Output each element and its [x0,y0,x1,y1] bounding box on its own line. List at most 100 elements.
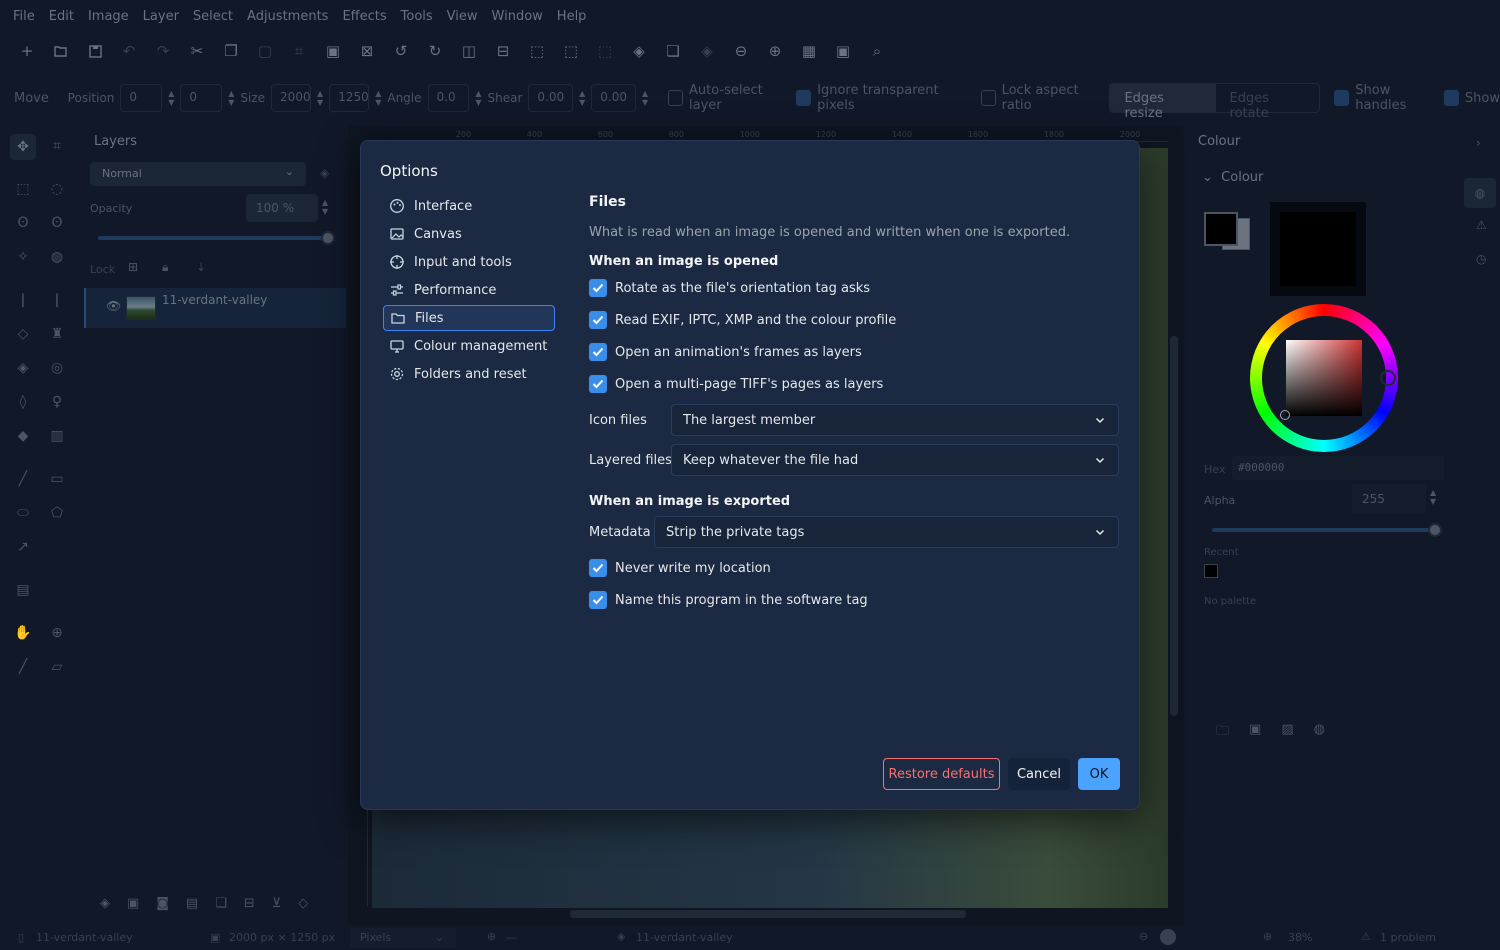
save-palette-icon[interactable]: ▣ [1249,722,1261,744]
lock-move-icon[interactable]: ↓ [196,260,206,274]
warning-tab-icon[interactable]: ⚠ [1476,218,1487,232]
crop-tool-icon[interactable]: ⌗ [45,134,69,158]
open-icon[interactable] [44,34,78,68]
invert-selection-icon[interactable]: ⬚ [588,34,622,68]
nav-canvas[interactable]: Canvas [383,221,555,247]
undo-icon[interactable]: ↶ [112,34,146,68]
hex-input[interactable]: #000000 [1232,456,1444,480]
show-clip-checkbox[interactable] [1444,90,1459,106]
colour-wheel[interactable] [1250,304,1398,452]
layered-files-select[interactable]: Keep whatever the file had [671,444,1119,476]
option-animation-frames[interactable]: Open an animation's frames as layers [589,343,862,361]
actual-size-icon[interactable]: ▦ [792,34,826,68]
copy-icon[interactable]: ❐ [214,34,248,68]
magnetic-lasso-icon[interactable]: ʘ [45,211,69,235]
colour-select-icon[interactable]: ◍ [45,245,69,269]
add-layer-icon[interactable]: ◈ [100,896,110,911]
blend-stack-icon[interactable]: ◈ [320,166,329,180]
zoom-tool-icon[interactable]: ⊕ [45,621,69,645]
zoom-in-small-icon[interactable]: ⊕ [1263,930,1272,943]
layers-merge-icon[interactable]: ◈ [622,34,656,68]
select-all-icon[interactable]: ⬚ [520,34,554,68]
delete-layer-icon[interactable]: ⊟ [244,896,255,911]
paste-icon[interactable]: ▢ [248,34,282,68]
eraser-icon[interactable]: ◇ [11,322,35,346]
deselect-icon[interactable]: ⬚ [554,34,588,68]
menu-layer[interactable]: Layer [136,9,186,24]
duplicate-layer-icon[interactable]: ❏ [656,34,690,68]
option-tiff-pages[interactable]: Open a multi-page TIFF's pages as layers [589,375,883,393]
flip-horizontal-icon[interactable]: ◫ [452,34,486,68]
horizontal-scrollbar[interactable] [570,910,966,918]
opacity-input[interactable]: 100 % [246,194,318,222]
clone-stamp-icon[interactable]: ♜ [45,322,69,346]
fill-bucket-icon[interactable]: ◆ [11,424,35,448]
saturation-value-square[interactable] [1286,340,1362,416]
menu-image[interactable]: Image [81,9,136,24]
resize-image-icon[interactable]: ▣ [316,34,350,68]
position-y-input[interactable]: 0 [180,84,223,112]
swatch-grid[interactable] [1270,202,1366,296]
dodge-icon[interactable]: ♀ [45,390,69,414]
smudge-icon[interactable]: ◎ [45,356,69,380]
icon-files-select[interactable]: The largest member [671,404,1119,436]
opacity-stepper[interactable]: ▲ ▼ [322,198,328,216]
gradient-icon[interactable]: ▥ [45,424,69,448]
magic-wand-icon[interactable]: ✧ [11,245,35,269]
units-select[interactable]: Pixels ⌄ [350,928,456,948]
resize-canvas-icon[interactable]: ⊠ [350,34,384,68]
checkbox[interactable] [589,591,607,609]
zoom-out-icon[interactable]: ⊖ [724,34,758,68]
menu-effects[interactable]: Effects [335,9,393,24]
nav-interface[interactable]: Interface [383,193,555,219]
image-palette-icon[interactable]: ▨ [1281,722,1293,744]
mask-icon[interactable]: ◙ [156,896,169,911]
alpha-input[interactable]: 255 [1352,484,1426,514]
menu-window[interactable]: Window [485,9,550,24]
line-tool-icon[interactable]: ╱ [11,467,35,491]
brush-icon[interactable]: ǀ [11,288,35,312]
alpha-stepper[interactable]: ▲ ▼ [1430,488,1436,506]
vertical-scrollbar[interactable] [1170,336,1178,716]
shear-x-input[interactable]: 0.00 [528,84,574,112]
primary-colour-swatch[interactable] [1204,212,1238,246]
eyedropper-icon[interactable]: ╱ [11,655,35,679]
duplicate-icon[interactable]: ❏ [215,896,227,911]
crop-icon[interactable]: ⌗ [282,34,316,68]
option-rotate-orientation[interactable]: Rotate as the file's orientation tag ask… [589,279,870,297]
recent-swatch[interactable] [1204,564,1218,578]
alpha-slider-handle[interactable] [1428,523,1442,537]
save-icon[interactable] [78,34,112,68]
menu-edit[interactable]: Edit [42,9,81,24]
ignore-transparent-checkbox[interactable] [796,90,812,106]
fit-window-icon[interactable]: ▣ [826,34,860,68]
lock-position-icon[interactable]: 🔒︎ [162,260,168,275]
checkbox[interactable] [589,559,607,577]
nav-input-and-tools[interactable]: Input and tools [383,249,555,275]
checkbox[interactable] [589,279,607,297]
zoom-slider-handle[interactable] [1160,929,1176,945]
menu-select[interactable]: Select [186,9,240,24]
move-tool-icon[interactable]: ✥ [10,134,36,160]
checkbox[interactable] [589,375,607,393]
size-width-input[interactable]: 2000 [271,84,312,112]
hand-tool-icon[interactable]: ✋ [11,621,35,645]
palette-icon[interactable]: ◍ [1314,722,1325,744]
ellipse-select-icon[interactable]: ◌ [45,177,69,201]
position-x-stepper[interactable]: ▲ ▼ [168,89,174,107]
ok-button[interactable]: OK [1078,758,1120,790]
opacity-slider[interactable] [98,231,335,245]
text-tool-icon[interactable]: ▤ [11,578,35,602]
merge-down-icon[interactable]: ⊻ [272,896,282,911]
arrow-tool-icon[interactable]: ↗ [11,535,35,559]
flatten-image-icon[interactable]: ◇ [298,896,308,911]
adjustment-icon[interactable]: ▤ [186,896,198,911]
alpha-slider[interactable] [1212,523,1442,537]
rectangle-tool-icon[interactable]: ▭ [45,467,69,491]
opacity-slider-handle[interactable] [321,231,335,245]
history-tab-icon[interactable]: ◷ [1476,252,1486,266]
nav-files[interactable]: Files [383,305,555,331]
open-palette-icon[interactable]: 🗀︎ [1216,722,1229,744]
size-width-stepper[interactable]: ▲ ▼ [317,89,323,107]
checkbox[interactable] [589,311,607,329]
